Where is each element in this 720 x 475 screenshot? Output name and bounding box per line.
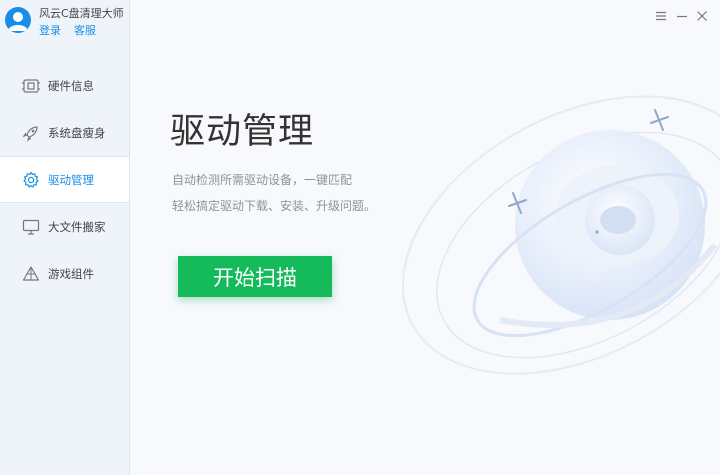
close-icon (697, 11, 707, 21)
avatar[interactable] (5, 7, 31, 33)
game-icon (20, 263, 42, 285)
sidebar: 风云C盘清理大师 登录 客服 硬件信息 系统盘瘦身 驱动管理 大文件搬家 游戏组… (0, 0, 130, 475)
customer-service-link[interactable]: 客服 (74, 22, 96, 38)
sidebar-item-game-components[interactable]: 游戏组件 (0, 250, 129, 297)
description-line-2: 轻松搞定驱动下载、安装、升级问题。 (172, 199, 377, 213)
description-line-1: 自动检测所需驱动设备，一键匹配 (172, 173, 353, 187)
app-title: 风云C盘清理大师 (39, 7, 124, 20)
sidebar-item-label: 系统盘瘦身 (48, 125, 106, 140)
sidebar-item-label: 驱动管理 (48, 172, 94, 187)
sidebar-item-label: 硬件信息 (48, 78, 94, 93)
main-panel: 驱动管理 自动检测所需驱动设备，一键匹配 轻松搞定驱动下载、安装、升级问题。 开… (130, 0, 720, 475)
monitor-icon (20, 216, 42, 238)
sidebar-nav: 硬件信息 系统盘瘦身 驱动管理 大文件搬家 游戏组件 (0, 62, 129, 297)
minimize-button[interactable] (675, 9, 689, 23)
account-area: 风云C盘清理大师 登录 客服 (0, 0, 129, 48)
gear-icon (20, 169, 42, 191)
sidebar-item-system-disk-slim[interactable]: 系统盘瘦身 (0, 109, 129, 156)
minimize-icon (677, 15, 687, 18)
start-scan-button[interactable]: 开始扫描 (178, 256, 332, 297)
menu-icon (656, 11, 666, 21)
page-title: 驱动管理 (170, 112, 315, 152)
login-link[interactable]: 登录 (39, 22, 61, 38)
menu-button[interactable] (654, 9, 668, 23)
sidebar-item-hardware-info[interactable]: 硬件信息 (0, 62, 129, 109)
close-button[interactable] (695, 9, 709, 23)
sidebar-item-label: 游戏组件 (48, 266, 94, 281)
sidebar-item-large-file-move[interactable]: 大文件搬家 (0, 203, 129, 250)
hardware-icon (20, 75, 42, 97)
planet-illustration (402, 95, 720, 375)
rocket-icon (20, 122, 42, 144)
user-icon (8, 12, 28, 31)
sidebar-item-label: 大文件搬家 (48, 219, 106, 234)
sidebar-item-driver-management[interactable]: 驱动管理 (0, 156, 129, 203)
